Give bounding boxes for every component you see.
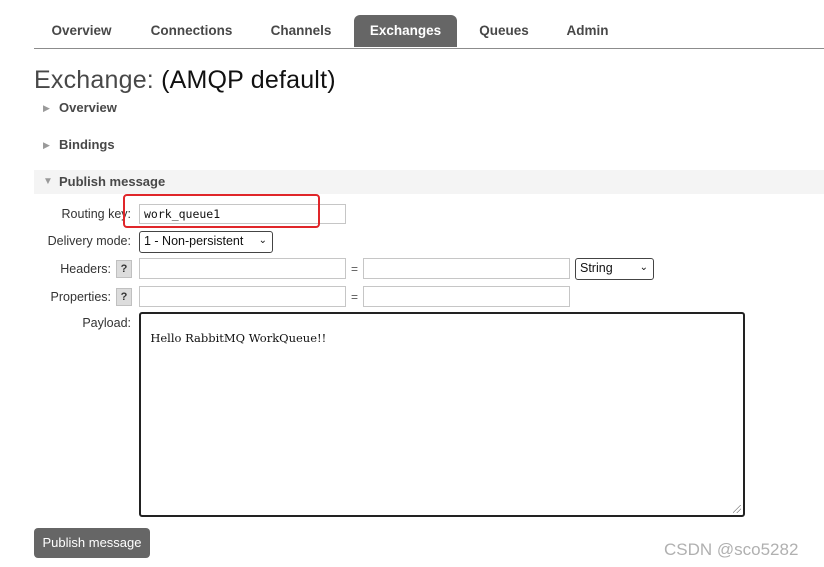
payload-textarea[interactable]: Hello RabbitMQ WorkQueue!! <box>139 312 745 517</box>
page-title-value: (AMQP default) <box>161 66 336 94</box>
header-type-value: String <box>580 261 613 275</box>
publish-message-button[interactable]: Publish message <box>34 528 150 558</box>
delivery-mode-select[interactable]: 1 - Non-persistent ⌄ <box>139 231 273 253</box>
delivery-mode-label: Delivery mode: <box>47 234 131 248</box>
header-equals: = <box>351 262 359 276</box>
headers-label: Headers: <box>60 262 111 276</box>
header-type-select[interactable]: String ⌄ <box>575 258 654 280</box>
page-title: Exchange: (AMQP default) <box>34 66 336 95</box>
routing-key-label: Routing key: <box>61 207 131 221</box>
properties-help-icon[interactable]: ? <box>116 288 132 306</box>
section-publish-message[interactable]: ▼ Publish message <box>34 170 824 194</box>
properties-label: Properties: <box>50 290 111 304</box>
header-value-input[interactable] <box>363 258 570 279</box>
section-overview[interactable]: ▶ Overview <box>34 96 824 120</box>
headers-help-icon[interactable]: ? <box>116 260 132 278</box>
tab-admin[interactable]: Admin <box>550 15 625 47</box>
page-title-prefix: Exchange: <box>34 66 154 94</box>
tab-queues[interactable]: Queues <box>464 15 544 47</box>
section-bindings[interactable]: ▶ Bindings <box>34 133 824 157</box>
chevron-down-icon: ⌄ <box>258 235 267 246</box>
resize-handle-icon[interactable] <box>733 505 741 513</box>
triangle-right-icon: ▶ <box>43 103 50 113</box>
tab-connections[interactable]: Connections <box>134 15 249 47</box>
header-key-input[interactable] <box>139 258 346 279</box>
section-overview-label: Overview <box>59 100 117 115</box>
payload-label: Payload: <box>82 316 131 330</box>
property-key-input[interactable] <box>139 286 346 307</box>
watermark: CSDN @sco5282 <box>664 540 799 559</box>
section-bindings-label: Bindings <box>59 137 115 152</box>
triangle-down-icon: ▼ <box>43 176 53 187</box>
tab-overview[interactable]: Overview <box>34 15 129 47</box>
triangle-right-icon: ▶ <box>43 140 50 150</box>
delivery-mode-value: 1 - Non-persistent <box>144 234 244 248</box>
chevron-down-icon: ⌄ <box>639 262 648 273</box>
property-equals: = <box>351 290 359 304</box>
main-nav: Overview Connections Channels Exchanges … <box>34 15 824 49</box>
tab-exchanges[interactable]: Exchanges <box>354 15 457 47</box>
tab-channels[interactable]: Channels <box>256 15 346 47</box>
section-publish-label: Publish message <box>59 174 166 189</box>
property-value-input[interactable] <box>363 286 570 307</box>
routing-key-input[interactable]: work_queue1 <box>139 204 346 224</box>
payload-text: Hello RabbitMQ WorkQueue!! <box>150 331 327 345</box>
